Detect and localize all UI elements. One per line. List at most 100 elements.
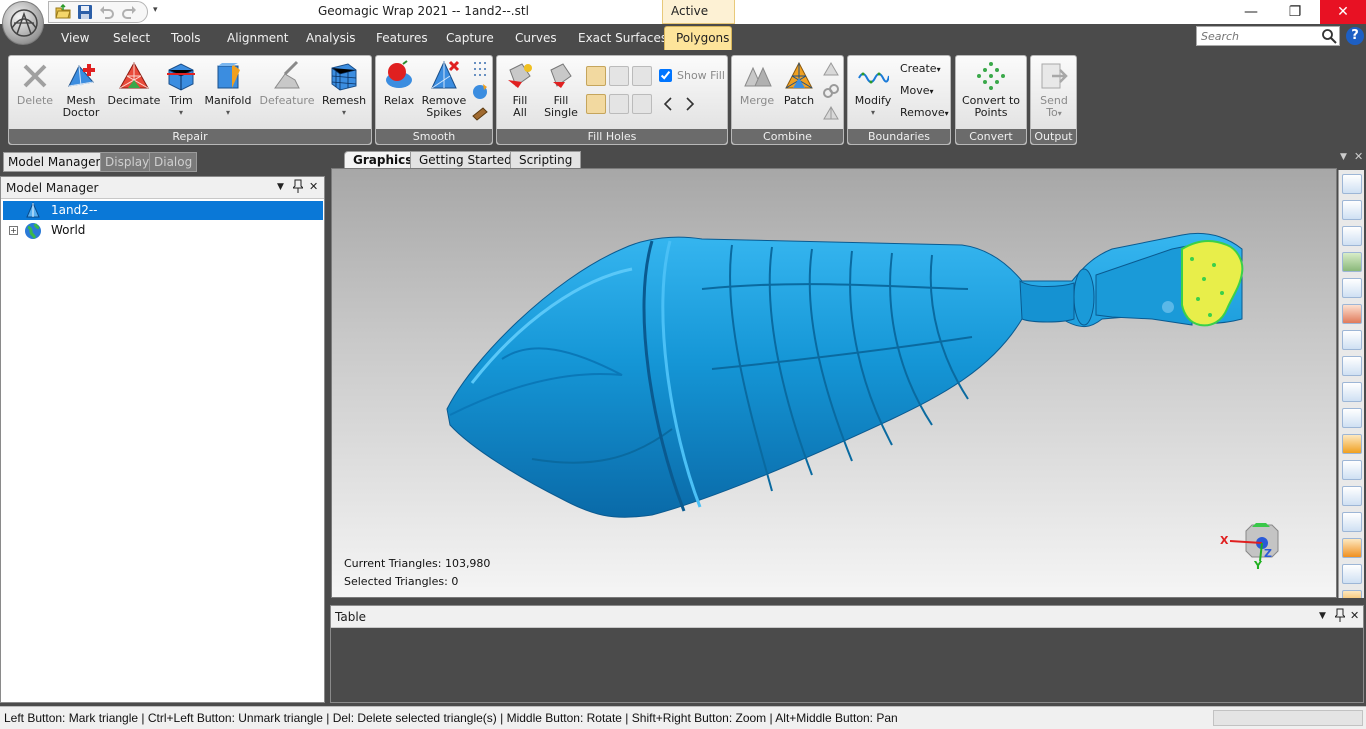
move-menu[interactable]: Move▾: [900, 84, 934, 97]
rotate-view-icon[interactable]: [1342, 200, 1362, 220]
select-through-icon[interactable]: [1342, 460, 1362, 480]
orientation-triad[interactable]: X Y Z: [1220, 521, 1292, 581]
tab-tools[interactable]: Tools: [171, 31, 201, 45]
smooth-sphere-icon[interactable]: [471, 82, 489, 100]
link-icon[interactable]: [822, 82, 840, 100]
merge-button[interactable]: Merge: [736, 60, 778, 107]
tab-getting-started[interactable]: Getting Started: [410, 151, 521, 168]
tab-features[interactable]: Features: [376, 31, 428, 45]
tab-display[interactable]: Display: [100, 152, 155, 172]
fill-all-button[interactable]: Fill All: [501, 60, 539, 119]
search-input[interactable]: [1197, 27, 1317, 45]
redo-icon[interactable]: [121, 4, 137, 20]
minimize-button[interactable]: —: [1228, 0, 1274, 24]
delete-button[interactable]: Delete: [13, 60, 57, 107]
combine-triangle-icon[interactable]: [822, 60, 840, 78]
restore-button[interactable]: ❐: [1272, 0, 1318, 24]
select-visible-icon[interactable]: [1342, 486, 1362, 506]
tab-exact-surfaces[interactable]: Exact Surfaces: [578, 31, 667, 45]
help-icon[interactable]: ?: [1346, 27, 1364, 45]
document-close-icon[interactable]: ✕: [1354, 150, 1363, 163]
show-fill-checkbox[interactable]: [659, 69, 672, 82]
lighting-icon[interactable]: [1342, 304, 1362, 324]
convert-to-points-button[interactable]: Convert to Points: [958, 60, 1024, 119]
send-to-icon: [1041, 63, 1068, 89]
lasso-select-icon[interactable]: [1342, 356, 1362, 376]
select-pointer-icon[interactable]: [1342, 512, 1362, 532]
modify-boundary-icon: [858, 72, 889, 84]
view-plane-icon[interactable]: [1342, 226, 1362, 246]
tab-analysis[interactable]: Analysis: [306, 31, 355, 45]
zoom-icon[interactable]: [1342, 278, 1362, 298]
expand-icon[interactable]: +: [9, 226, 18, 235]
fill-tangent-icon[interactable]: [609, 66, 629, 86]
line-select-icon[interactable]: [1342, 382, 1362, 402]
view-cube-icon[interactable]: [1342, 174, 1362, 194]
defeature-button[interactable]: Defeature: [259, 60, 315, 107]
modify-button[interactable]: Modify ▾: [852, 60, 894, 119]
rectangle-select-icon[interactable]: [1342, 330, 1362, 350]
tab-view[interactable]: View: [61, 31, 89, 45]
combine-mesh-icon[interactable]: [822, 104, 840, 122]
create-menu[interactable]: Create▾: [900, 62, 941, 75]
remove-spikes-button[interactable]: Remove Spikes: [420, 60, 468, 119]
display-toggle-icon[interactable]: [1342, 252, 1362, 272]
table-pin-icon[interactable]: [1333, 608, 1347, 625]
app-logo-icon[interactable]: [2, 1, 44, 45]
document-menu-icon[interactable]: ▼: [1340, 152, 1347, 162]
custom-region-icon[interactable]: [1342, 434, 1362, 454]
previous-arrow-icon[interactable]: [659, 95, 677, 113]
relax-button[interactable]: Relax: [380, 60, 418, 107]
tree-item-model[interactable]: 1and2--: [3, 201, 323, 220]
tab-model-manager[interactable]: Model Manager: [3, 152, 106, 172]
next-arrow-icon[interactable]: [681, 95, 699, 113]
decimate-button[interactable]: Decimate: [107, 60, 161, 107]
close-button[interactable]: ✕: [1320, 0, 1366, 24]
remesh-button[interactable]: Remesh ▾: [319, 60, 369, 119]
table-menu-icon[interactable]: ▼: [1319, 611, 1326, 621]
send-to-button[interactable]: Send To▾: [1033, 60, 1075, 120]
undo-icon[interactable]: [99, 4, 115, 20]
brush-select-icon[interactable]: [1342, 408, 1362, 428]
open-folder-icon[interactable]: [55, 4, 71, 20]
tree-item-world[interactable]: + World: [3, 221, 323, 240]
trim-button[interactable]: Trim ▾: [163, 60, 199, 119]
mesh-doctor-label-2: Doctor: [62, 106, 100, 119]
patch-button[interactable]: Patch: [780, 60, 818, 107]
group-smooth: Relax Remove Spikes Smooth: [375, 55, 493, 145]
fill-curvature-icon[interactable]: [632, 66, 652, 86]
tab-select[interactable]: Select: [113, 31, 150, 45]
tab-scripting[interactable]: Scripting: [510, 151, 582, 168]
customize-toolbar-icon[interactable]: ▾: [153, 5, 158, 15]
more-tools-icon[interactable]: [1342, 590, 1362, 598]
fill-internal-icon[interactable]: [586, 94, 606, 114]
mesh-doctor-button[interactable]: Mesh Doctor: [59, 60, 103, 119]
tab-alignment[interactable]: Alignment: [227, 31, 288, 45]
tab-polygons[interactable]: Polygons: [676, 31, 729, 45]
pin-icon[interactable]: [291, 179, 305, 196]
select-all-icon[interactable]: [1342, 538, 1362, 558]
manifold-button[interactable]: Manifold ▾: [203, 60, 253, 119]
save-icon[interactable]: [77, 4, 93, 20]
panel-close-icon[interactable]: ✕: [309, 180, 318, 193]
graphics-viewport[interactable]: Current Triangles: 103,980 Selected Tria…: [331, 168, 1337, 598]
tab-curves[interactable]: Curves: [515, 31, 557, 45]
tab-dialog[interactable]: Dialog: [149, 152, 198, 172]
fill-single-button[interactable]: Fill Single: [541, 60, 581, 119]
decimate-icon: [119, 61, 149, 89]
remove-menu[interactable]: Remove▾: [900, 106, 949, 119]
table-close-icon[interactable]: ✕: [1350, 609, 1359, 622]
fill-boundary-icon[interactable]: [632, 94, 652, 114]
select-mode-icon[interactable]: [1342, 564, 1362, 584]
convert-to-points-icon: [977, 62, 1005, 90]
mesh-model-render[interactable]: [332, 169, 1337, 598]
group-output: Send To▾ Output: [1030, 55, 1077, 145]
tab-capture[interactable]: Capture: [446, 31, 494, 45]
fill-complete-icon[interactable]: [586, 66, 606, 86]
sandpaper-grid-icon[interactable]: [471, 60, 489, 78]
decimate-label: Decimate: [107, 94, 161, 107]
panel-menu-icon[interactable]: ▼: [277, 182, 284, 192]
sandpaper-icon[interactable]: [471, 104, 489, 122]
fill-bridge-icon[interactable]: [609, 94, 629, 114]
search-icon[interactable]: [1321, 28, 1337, 44]
